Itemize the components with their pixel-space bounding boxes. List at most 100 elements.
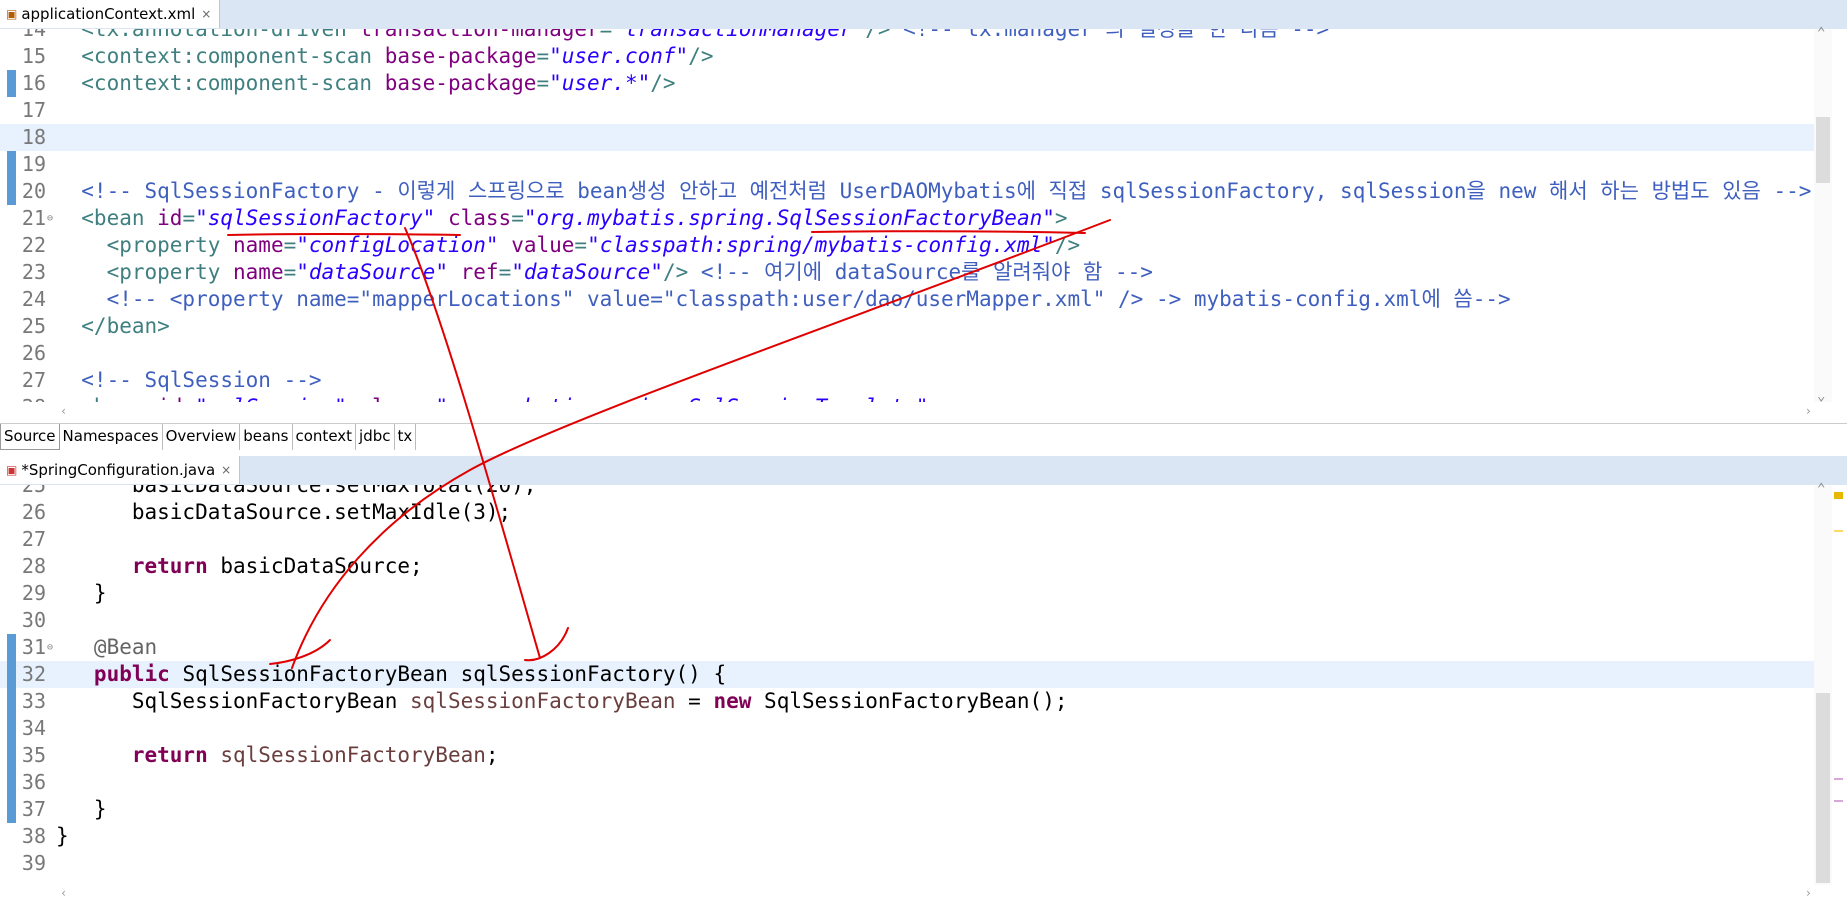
overview-warning-marker[interactable] — [1834, 492, 1843, 499]
code-token: = — [599, 29, 613, 41]
scroll-thumb[interactable] — [1816, 693, 1830, 883]
subtab-context[interactable]: context — [293, 424, 357, 450]
code-line[interactable]: 25 basicDataSource.setMaxTotal(20); — [0, 485, 1814, 499]
tab-application-context[interactable]: ▣ applicationContext.xml × — [0, 0, 221, 28]
code-line[interactable]: 25 </bean> — [0, 313, 1814, 340]
code-line[interactable]: 31 ⊖ @Bean — [0, 634, 1814, 661]
code-token: id — [157, 395, 182, 402]
code-line[interactable]: 16 <context:component-scan base-package=… — [0, 70, 1814, 97]
code-token: = — [536, 44, 550, 68]
xml-editor[interactable]: 14 <tx:annotation-driven transaction-man… — [0, 29, 1847, 402]
code-token: /> — [662, 260, 701, 284]
code-text: <bean id="sqlSessionFactory" class="org.… — [56, 205, 1067, 232]
scroll-down-icon[interactable]: ⌄ — [1817, 388, 1825, 404]
code-line[interactable]: 23 <property name="dataSource" ref="data… — [0, 259, 1814, 286]
subtab-tx[interactable]: tx — [395, 424, 417, 450]
code-token: = — [423, 395, 436, 402]
code-token: "dataSource" — [511, 260, 663, 284]
subtab-overview[interactable]: Overview — [163, 424, 241, 450]
code-line[interactable]: 36 — [0, 769, 1814, 796]
code-token: <!-- <property name="mapperLocations" va… — [56, 287, 1511, 311]
scroll-right-icon[interactable]: › — [1805, 402, 1812, 420]
code-line[interactable]: 28 return basicDataSource; — [0, 553, 1814, 580]
scroll-right-icon[interactable]: › — [1805, 884, 1812, 902]
code-line[interactable]: 20 <!-- SqlSessionFactory - 이렇게 스프링으로 be… — [0, 178, 1814, 205]
code-line[interactable]: 27 — [0, 526, 1814, 553]
code-line[interactable]: 39 — [0, 850, 1814, 877]
code-text: basicDataSource.setMaxIdle(3); — [56, 499, 511, 526]
code-token: = — [498, 260, 512, 284]
code-line[interactable]: 19 — [0, 151, 1814, 178]
close-icon[interactable]: × — [221, 463, 231, 477]
line-number: 28 — [21, 554, 46, 578]
line-number: 26 — [21, 500, 46, 524]
close-icon[interactable]: × — [201, 7, 211, 21]
code-line[interactable]: 14 <tx:annotation-driven transaction-man… — [0, 29, 1814, 43]
code-line[interactable]: 28 <bean id="sqlSession" class="org.myba… — [0, 394, 1814, 402]
code-token: public — [56, 662, 170, 686]
line-number: 27 — [21, 368, 46, 392]
code-token: "org.mybatis.spring.SqlSessionTemplate" — [435, 395, 928, 402]
code-text: } — [56, 823, 69, 850]
code-line[interactable]: 33 SqlSessionFactoryBean sqlSessionFacto… — [0, 688, 1814, 715]
code-line[interactable]: 21 ⊖ <bean id="sqlSessionFactory" class="… — [0, 205, 1814, 232]
bottom-horizontal-scrollbar[interactable]: ‹ › — [56, 884, 1816, 902]
scroll-thumb[interactable] — [1816, 117, 1830, 183]
line-number: 31 — [21, 635, 46, 659]
code-line[interactable]: 24 <!-- <property name="mapperLocations"… — [0, 286, 1814, 313]
code-line[interactable]: 26 — [0, 340, 1814, 367]
scroll-up-icon[interactable]: ⌃ — [1817, 25, 1825, 41]
code-line[interactable]: 22 <property name="configLocation" value… — [0, 232, 1814, 259]
code-token: /> — [1054, 233, 1081, 257]
top-horizontal-scrollbar[interactable]: ‹ › — [56, 402, 1816, 420]
line-number: 30 — [21, 608, 46, 632]
code-line[interactable]: 29 } — [0, 580, 1814, 607]
code-line[interactable]: 26 basicDataSource.setMaxIdle(3); — [0, 499, 1814, 526]
code-token: "user.*" — [549, 71, 651, 95]
code-token: basicDataSource.setMaxIdle(3); — [56, 500, 512, 524]
code-token: <!-- tx:manager 의 설정을 한 다음 --> — [903, 29, 1330, 41]
overview-marker[interactable] — [1834, 800, 1843, 802]
overview-marker[interactable] — [1834, 778, 1843, 780]
subtab-source[interactable]: Source — [0, 424, 60, 450]
fold-toggle-icon[interactable]: ⊖ — [47, 205, 53, 232]
code-line[interactable]: 27 <!-- SqlSession --> — [0, 367, 1814, 394]
code-token: <property — [56, 260, 234, 284]
code-token: <context:component-scan — [56, 44, 385, 68]
code-line[interactable]: 37 } — [0, 796, 1814, 823]
code-line[interactable]: 17 — [0, 97, 1814, 124]
code-line[interactable]: 18 — [0, 124, 1814, 151]
bottom-vertical-scrollbar[interactable]: ⌃ — [1814, 481, 1832, 885]
code-token: = — [511, 206, 524, 230]
subtab-beans[interactable]: beans — [240, 424, 293, 450]
code-line[interactable]: 35 return sqlSessionFactoryBean; — [0, 742, 1814, 769]
tab-spring-configuration[interactable]: ▣ *SpringConfiguration.java × — [0, 456, 241, 484]
line-number: 24 — [21, 287, 46, 311]
code-line[interactable]: 38} — [0, 823, 1814, 850]
code-line[interactable]: 32 public SqlSessionFactoryBean sqlSessi… — [0, 661, 1814, 688]
code-line[interactable]: 15 <context:component-scan base-package=… — [0, 43, 1814, 70]
code-line[interactable]: 34 — [0, 715, 1814, 742]
code-token: base-package — [384, 44, 537, 68]
code-text: return basicDataSource; — [56, 553, 423, 580]
subtab-namespaces[interactable]: Namespaces — [60, 424, 163, 450]
line-number: 19 — [21, 152, 46, 176]
line-number: 23 — [21, 260, 46, 284]
code-token: > — [928, 395, 941, 402]
overview-marker[interactable] — [1834, 530, 1843, 532]
code-text: SqlSessionFactoryBean sqlSessionFactoryB… — [56, 688, 1068, 715]
scroll-left-icon[interactable]: ‹ — [60, 402, 67, 420]
fold-toggle-icon[interactable]: ⊖ — [47, 634, 53, 661]
code-token: id — [157, 206, 183, 230]
java-editor[interactable]: 25 basicDataSource.setMaxTotal(20); 26 ba… — [0, 485, 1847, 885]
subtab-jdbc[interactable]: jdbc — [356, 424, 395, 450]
code-token: <!-- SqlSessionFactory - 이렇게 스프링으로 bean생… — [56, 179, 1812, 203]
code-token: transaction-manager — [359, 29, 600, 41]
scroll-up-icon[interactable]: ⌃ — [1817, 481, 1825, 497]
code-token: SqlSessionFactoryBean — [56, 689, 411, 713]
scroll-left-icon[interactable]: ‹ — [60, 884, 67, 902]
code-token: sqlSessionFactoryBean — [220, 743, 486, 767]
top-vertical-scrollbar[interactable]: ⌃ ⌄ — [1814, 25, 1832, 404]
code-line[interactable]: 30 — [0, 607, 1814, 634]
